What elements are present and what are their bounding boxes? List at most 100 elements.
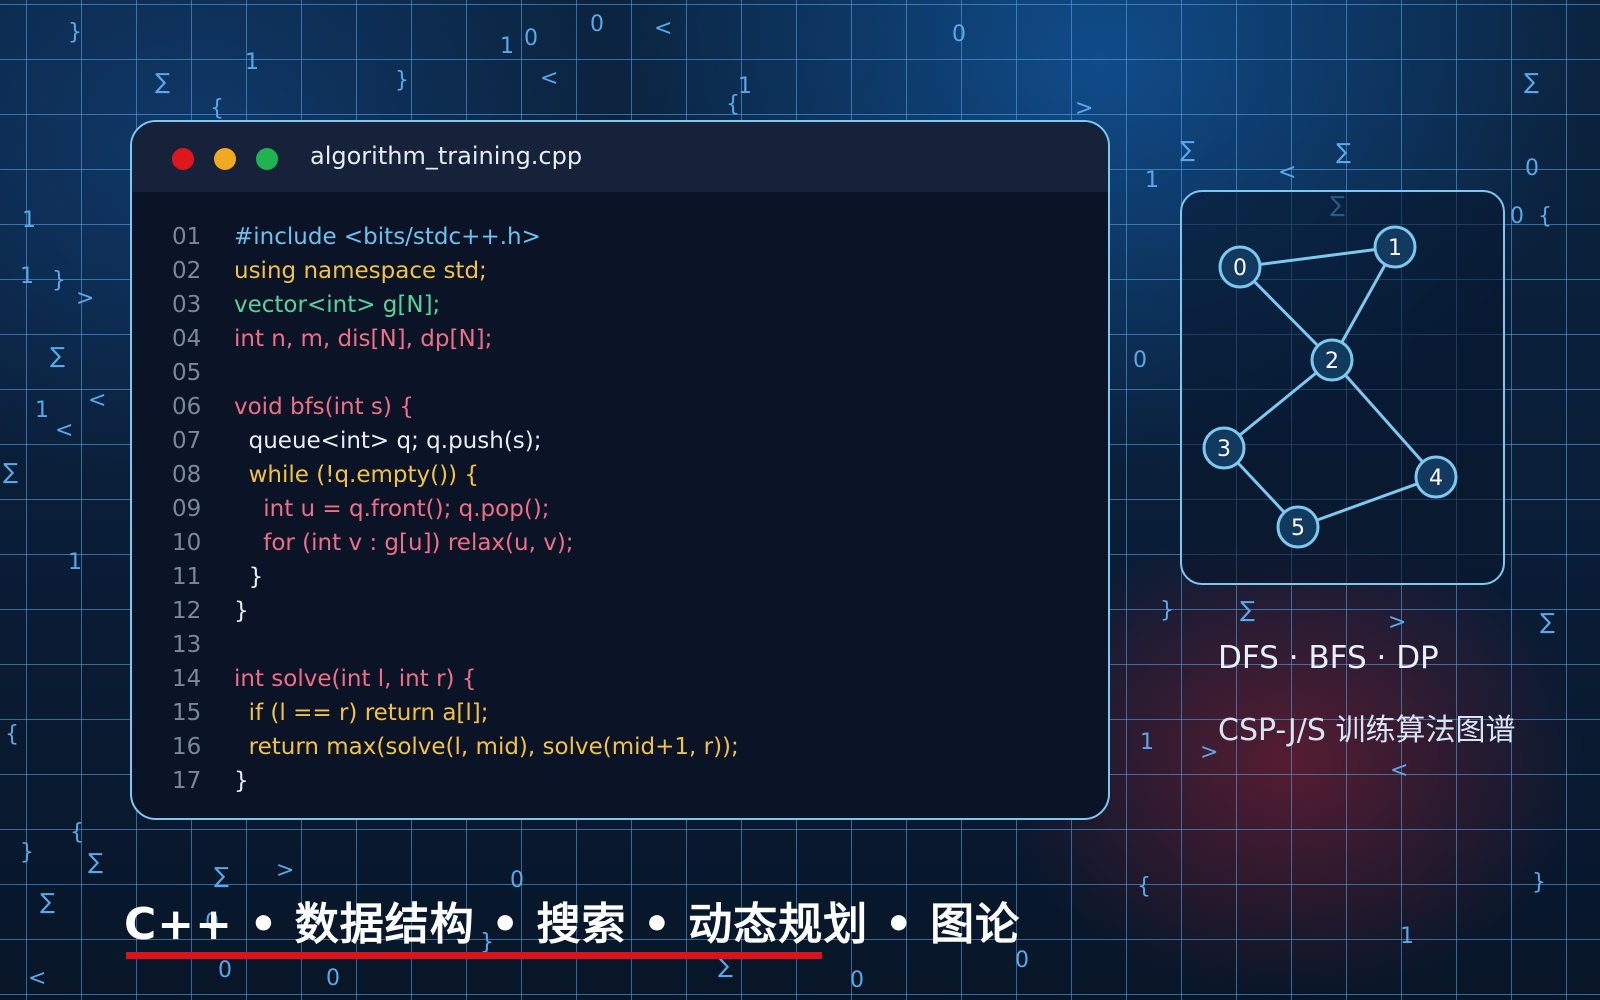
topics-banner: C++ • 数据结构 • 搜索 • 动态规划 • 图论 — [124, 899, 1021, 950]
background-symbol: 1 — [20, 264, 34, 289]
code-text: if (l == r) return a[l]; — [234, 700, 489, 726]
background-symbol: } — [68, 20, 82, 45]
editor-titlebar: algorithm_training.cpp — [132, 122, 1108, 192]
line-number: 02 — [172, 258, 202, 284]
code-text: queue<int> q; q.push(s); — [234, 428, 542, 454]
file-name: algorithm_training.cpp — [310, 142, 583, 170]
background-symbol: { — [5, 722, 19, 747]
background-symbol: ∑ — [40, 890, 55, 915]
background-symbol: 1 — [1140, 730, 1154, 755]
background-symbol: < — [654, 16, 673, 41]
background-symbol: ∑ — [1336, 140, 1351, 165]
background-symbol: ∑ — [1524, 70, 1539, 95]
graph-node-label: 1 — [1388, 236, 1402, 261]
background-symbol: 0 — [1525, 156, 1539, 181]
line-number: 10 — [172, 530, 202, 556]
background-symbol: ∑ — [88, 850, 103, 875]
background-symbol: 0 — [524, 26, 538, 51]
graph-node-label: 5 — [1291, 516, 1305, 541]
background-symbol: 1 — [245, 50, 259, 75]
background-symbol: 1 — [738, 74, 752, 99]
background-symbol: { — [1137, 874, 1151, 899]
background-symbol: } — [20, 840, 34, 865]
background-symbol: > — [1388, 610, 1407, 635]
training-caption: CSP-J/S 训练算法图谱 — [1218, 713, 1516, 748]
graph-diagram-card: 0 1 2 3 4 5 — [1180, 190, 1505, 585]
background-symbol: < — [1390, 758, 1409, 783]
background-symbol: ∑ — [1240, 598, 1255, 623]
line-number: 08 — [172, 462, 202, 488]
topics-underline — [126, 952, 822, 959]
line-number: 15 — [172, 700, 202, 726]
background-symbol: < — [55, 418, 74, 443]
close-button[interactable] — [172, 148, 194, 170]
line-number: 03 — [172, 292, 202, 318]
background-symbol: < — [88, 388, 107, 413]
background-symbol: > — [76, 286, 95, 311]
background-symbol: } — [395, 68, 409, 93]
line-number: 01 — [172, 224, 202, 250]
code-text: } — [234, 598, 249, 624]
background-symbol: 0 — [1133, 348, 1147, 373]
line-number: 09 — [172, 496, 202, 522]
background-symbol: ∑ — [1540, 610, 1555, 635]
background-symbol: } — [52, 268, 66, 293]
background-symbol: < — [1278, 160, 1297, 185]
code-text: int u = q.front(); q.pop(); — [234, 496, 550, 522]
background-symbol: } — [1160, 598, 1174, 623]
line-number: 06 — [172, 394, 202, 420]
code-text: int solve(int l, int r) { — [234, 666, 477, 692]
graph-edge — [1239, 245, 1396, 269]
background-symbol: 1 — [1400, 924, 1414, 949]
background-symbol: { — [210, 96, 224, 121]
code-text: using namespace std; — [234, 258, 487, 284]
background-symbol: < — [540, 66, 559, 91]
code-text: } — [234, 564, 264, 590]
code-text: return max(solve(l, mid), solve(mid+1, r… — [234, 734, 739, 760]
background-symbol: 1 — [68, 550, 82, 575]
background-symbol: 0 — [850, 968, 864, 993]
background-symbol: 1 — [1145, 168, 1159, 193]
maximize-button[interactable] — [256, 148, 278, 170]
background-symbol: ∑ — [3, 460, 18, 485]
background-symbol: ∑ — [1180, 138, 1195, 163]
line-number: 04 — [172, 326, 202, 352]
background-symbol: { — [1538, 204, 1552, 229]
line-number: 17 — [172, 768, 202, 794]
code-text: int n, m, dis[N], dp[N]; — [234, 326, 493, 352]
background-symbol: } — [1532, 870, 1546, 895]
background-symbol: ∑ — [214, 864, 229, 889]
background-symbol: 0 — [1015, 948, 1029, 973]
background-symbol: 1 — [35, 398, 49, 423]
graph-node-label: 0 — [1233, 256, 1247, 281]
line-number: 05 — [172, 360, 202, 386]
background-symbol: 0 — [1510, 204, 1524, 229]
algorithm-caption: DFS · BFS · DP — [1218, 640, 1439, 676]
line-number: 14 — [172, 666, 202, 692]
code-text: for (int v : g[u]) relax(u, v); — [234, 530, 574, 556]
background-symbol: > — [1200, 740, 1219, 765]
line-number: 07 — [172, 428, 202, 454]
code-text: vector<int> g[N]; — [234, 292, 441, 318]
graph-edge — [1297, 475, 1437, 529]
background-symbol: ∑ — [718, 954, 733, 979]
line-number: 11 — [172, 564, 202, 590]
background-symbol: < — [28, 966, 47, 991]
background-symbol: 0 — [326, 966, 340, 991]
background-symbol: 1 — [500, 34, 514, 59]
line-number: 13 — [172, 632, 202, 658]
background-symbol: 1 — [22, 208, 36, 233]
graph-node-label: 2 — [1325, 349, 1339, 374]
code-text: while (!q.empty()) { — [234, 462, 480, 488]
minimize-button[interactable] — [214, 148, 236, 170]
background-symbol: > — [1075, 96, 1094, 121]
graph-node-label: 3 — [1217, 437, 1231, 462]
graph-diagram: 0 1 2 3 4 5 — [1202, 225, 1458, 549]
code-editor-window: algorithm_training.cpp 01 #include <bits/… — [130, 120, 1110, 820]
graph-edge — [1330, 359, 1438, 478]
line-number: 16 — [172, 734, 202, 760]
background-symbol: 0 — [590, 12, 604, 37]
background-symbol: ∑ — [50, 344, 65, 369]
line-number: 12 — [172, 598, 202, 624]
background-symbol: ∑ — [155, 70, 170, 95]
